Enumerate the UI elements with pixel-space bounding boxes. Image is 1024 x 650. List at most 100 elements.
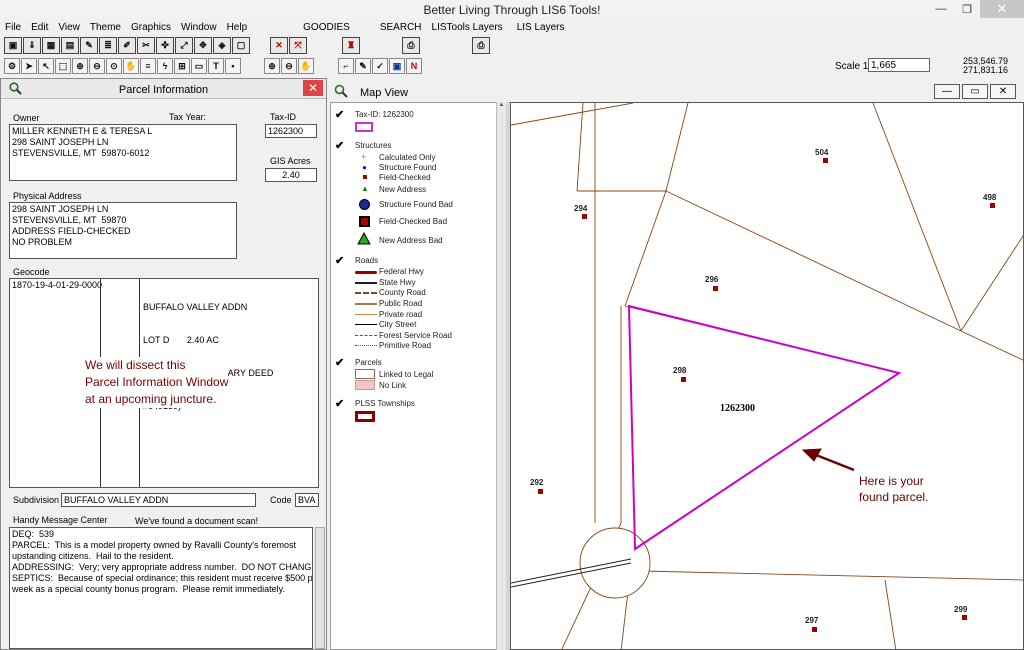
restore-button[interactable]: ❐ bbox=[954, 0, 980, 18]
check-icon[interactable]: ✔ bbox=[335, 141, 345, 152]
message-scrollbar[interactable] bbox=[315, 527, 325, 649]
scissors-icon[interactable]: ✂ bbox=[137, 37, 155, 54]
structure-marker[interactable] bbox=[681, 377, 686, 382]
menu-bar: File Edit View Theme Graphics Window Hel… bbox=[0, 19, 1024, 35]
physical-address-field[interactable]: 298 SAINT JOSEPH LN STEVENSVILLE, MT 598… bbox=[9, 202, 237, 259]
direction-icon[interactable]: ◈ bbox=[213, 37, 231, 54]
legend-item: Forest Service Road bbox=[379, 331, 452, 340]
north-arrow-icon[interactable]: N bbox=[406, 58, 422, 74]
map-zoom-out-icon[interactable]: ⊖ bbox=[281, 58, 297, 74]
pencil-icon[interactable]: ✎ bbox=[355, 58, 371, 74]
tax-id-field[interactable]: 1262300 bbox=[265, 124, 317, 138]
lightning-icon[interactable]: ϟ bbox=[157, 58, 173, 74]
check-icon[interactable]: ✔ bbox=[335, 399, 345, 410]
menu-graphics[interactable]: Graphics bbox=[126, 22, 176, 33]
zoom-out-icon[interactable]: ⊖ bbox=[89, 58, 105, 74]
map-window-icon[interactable]: ▣ bbox=[389, 58, 405, 74]
menu-help[interactable]: Help bbox=[222, 22, 253, 33]
map-maximize-button[interactable]: ▭ bbox=[962, 84, 988, 99]
check-icon[interactable]: ✔ bbox=[335, 256, 345, 267]
expand-icon[interactable]: ⤢ bbox=[175, 37, 193, 54]
layers-icon[interactable]: ≡ bbox=[140, 58, 156, 74]
select-box-icon[interactable]: ⬚ bbox=[55, 58, 71, 74]
map-zoom-in-icon[interactable]: ⊕ bbox=[264, 58, 280, 74]
identify-icon[interactable]: ✓ bbox=[372, 58, 388, 74]
zoom-in-icon[interactable]: ⊕ bbox=[72, 58, 88, 74]
map-close-button[interactable]: ✕ bbox=[990, 84, 1016, 99]
draw-icon[interactable]: ✐ bbox=[118, 37, 136, 54]
point-tool-icon[interactable]: • bbox=[225, 58, 241, 74]
structure-marker[interactable] bbox=[538, 489, 543, 494]
message-status: We've found a document scan! bbox=[135, 516, 259, 526]
pan-arrows-icon[interactable]: ✥ bbox=[194, 37, 212, 54]
import-icon[interactable]: ⇓ bbox=[23, 37, 41, 54]
parcel-info-titlebar[interactable]: Parcel Information ✕ bbox=[1, 79, 326, 99]
menu-lis-layers[interactable]: LIS Layers bbox=[512, 22, 570, 33]
parcel-info-close-button[interactable]: ✕ bbox=[303, 80, 323, 96]
binoculars-icon[interactable]: ♜ bbox=[342, 37, 360, 54]
measure-icon[interactable]: ⌐ bbox=[338, 58, 354, 74]
map-window-controls: — ▭ ✕ bbox=[934, 84, 1016, 99]
address-line: STEVENSVILLE, MT 59870 bbox=[12, 215, 127, 225]
pan-hand-icon[interactable]: ✋ bbox=[123, 58, 139, 74]
subdivision-field[interactable]: BUFFALO VALLEY ADDN bbox=[61, 493, 256, 507]
legend-item: Structure Found bbox=[379, 163, 437, 172]
grid-icon[interactable]: ⊞ bbox=[174, 58, 190, 74]
structure-marker[interactable] bbox=[713, 286, 718, 291]
road-swatch bbox=[355, 324, 377, 325]
menu-window[interactable]: Window bbox=[176, 22, 222, 33]
menu-goodies[interactable]: GOODIES bbox=[298, 22, 355, 33]
expand-all-icon[interactable]: ⤧ bbox=[289, 37, 307, 54]
menu-search[interactable]: SEARCH bbox=[375, 22, 427, 33]
settings-icon[interactable]: ⚙ bbox=[4, 58, 20, 74]
gis-acres-field[interactable]: 2.40 bbox=[265, 168, 317, 182]
menu-edit[interactable]: Edit bbox=[26, 22, 53, 33]
code-field[interactable]: BVA bbox=[295, 493, 319, 507]
structure-marker[interactable] bbox=[582, 214, 587, 219]
parcel-boundary bbox=[624, 190, 667, 307]
layout-icon[interactable]: ▢ bbox=[232, 37, 250, 54]
structure-marker[interactable] bbox=[962, 615, 967, 620]
geocode-value: 1870-19-4-01-29-0000 bbox=[12, 280, 103, 290]
print-layers-icon[interactable]: ⎙ bbox=[472, 37, 490, 54]
scale-input[interactable] bbox=[868, 58, 930, 72]
legend-scrollbar[interactable]: ▲ bbox=[496, 102, 506, 650]
structure-marker[interactable] bbox=[812, 627, 817, 632]
close-button[interactable]: ✕ bbox=[980, 0, 1024, 18]
edit-icon[interactable]: ✎ bbox=[80, 37, 98, 54]
zoom-extent-icon[interactable]: ✜ bbox=[156, 37, 174, 54]
scroll-up-icon[interactable]: ▲ bbox=[497, 102, 506, 112]
physical-address-label: Physical Address bbox=[13, 191, 82, 201]
structure-marker[interactable] bbox=[990, 203, 995, 208]
map-canvas[interactable]: 504 498 294 296 298 292 297 299 1262300 … bbox=[510, 102, 1024, 650]
table-icon[interactable]: ▦ bbox=[42, 37, 60, 54]
minimize-button[interactable]: — bbox=[928, 0, 954, 18]
zoom-icon[interactable]: ⊙ bbox=[106, 58, 122, 74]
print-icon[interactable]: ⎙ bbox=[402, 37, 420, 54]
bad-triangle-icon bbox=[357, 232, 371, 245]
menu-file[interactable]: File bbox=[0, 22, 26, 33]
check-icon[interactable]: ✔ bbox=[335, 358, 345, 369]
road-swatch bbox=[355, 345, 377, 346]
message-center-text[interactable]: DEQ: 539 PARCEL: This is a model propert… bbox=[9, 527, 313, 649]
book-icon[interactable]: ▤ bbox=[61, 37, 79, 54]
map-view-titlebar[interactable]: Map View — ▭ ✕ bbox=[330, 82, 1024, 102]
parcel-boundary bbox=[640, 570, 1023, 581]
map-view-title: Map View bbox=[360, 87, 409, 99]
owner-field[interactable]: MILLER KENNETH E & TERESA L 298 SAINT JO… bbox=[9, 124, 237, 181]
pointer-icon[interactable]: ➤ bbox=[21, 58, 37, 74]
select-arrow-icon[interactable]: ↖ bbox=[38, 58, 54, 74]
save-icon[interactable]: ▣ bbox=[4, 37, 22, 54]
parcel-info-title: Parcel Information bbox=[118, 84, 209, 96]
menu-theme[interactable]: Theme bbox=[85, 22, 126, 33]
layer-icon[interactable]: ≣ bbox=[99, 37, 117, 54]
text-tool-icon[interactable]: T bbox=[208, 58, 224, 74]
menu-view[interactable]: View bbox=[53, 22, 85, 33]
check-icon[interactable]: ✔ bbox=[335, 110, 345, 121]
collapse-icon[interactable]: ✕ bbox=[270, 37, 288, 54]
frame-icon[interactable]: ▭ bbox=[191, 58, 207, 74]
map-pan-icon[interactable]: ✋ bbox=[298, 58, 314, 74]
structure-marker[interactable] bbox=[823, 158, 828, 163]
menu-listools-layers[interactable]: LISTools Layers bbox=[427, 22, 508, 33]
map-minimize-button[interactable]: — bbox=[934, 84, 960, 99]
